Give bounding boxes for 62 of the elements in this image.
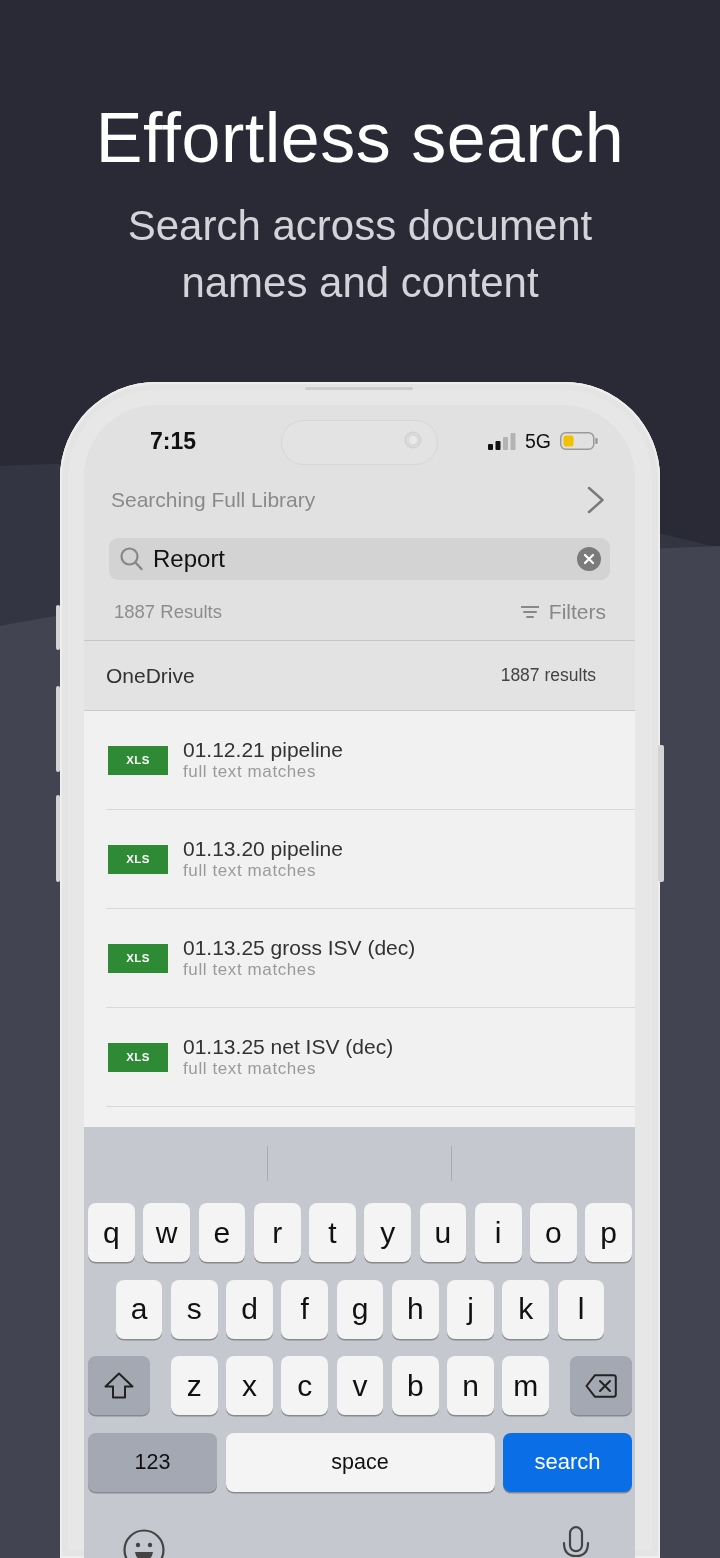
letter-key[interactable]: b — [391, 1356, 439, 1415]
letter-key[interactable]: f — [281, 1279, 329, 1339]
network-label: 5G — [525, 429, 551, 453]
subheadline: Search across document names and content — [126, 201, 594, 308]
letter-key[interactable]: e — [198, 1203, 246, 1262]
letter-key[interactable]: p — [585, 1203, 632, 1262]
letter-key[interactable]: t — [309, 1203, 356, 1262]
signal-icon — [488, 432, 516, 450]
letter-key[interactable]: i — [474, 1203, 522, 1262]
letter-key[interactable]: n — [447, 1356, 494, 1415]
file-name[interactable]: 01.12.21 pipeline — [183, 738, 343, 762]
backspace-icon — [584, 1373, 617, 1398]
search-key[interactable]: search — [503, 1432, 632, 1492]
search-field[interactable]: Report — [109, 538, 610, 580]
headline: Effortless search — [95, 98, 625, 179]
file-type-badge: XLS — [108, 1042, 168, 1072]
letter-key[interactable]: o — [530, 1203, 577, 1262]
emoji-icon[interactable] — [123, 1529, 165, 1558]
match-detail: full text matches — [183, 960, 317, 980]
results-count: 1887 Results — [114, 601, 222, 623]
match-detail: full text matches — [183, 1059, 317, 1079]
microphone-icon[interactable] — [562, 1526, 590, 1558]
letter-key[interactable]: u — [419, 1203, 467, 1262]
filter-icon — [520, 605, 539, 619]
battery-icon — [560, 432, 598, 450]
letter-key[interactable]: r — [253, 1203, 301, 1262]
section-title: OneDrive — [106, 663, 195, 688]
file-type-badge: XLS — [108, 844, 168, 874]
numbers-key[interactable]: 123 — [88, 1432, 217, 1492]
letter-key[interactable]: h — [391, 1279, 439, 1339]
letter-key[interactable]: a — [115, 1279, 163, 1339]
file-name[interactable]: 01.13.20 pipeline — [183, 837, 343, 861]
status-time: 7:15 — [150, 427, 197, 455]
letter-key[interactable]: y — [364, 1203, 411, 1262]
letter-key[interactable]: m — [502, 1356, 550, 1415]
letter-key[interactable]: x — [226, 1356, 273, 1415]
letter-key[interactable]: s — [170, 1279, 218, 1339]
clear-icon[interactable] — [577, 547, 601, 571]
letter-key[interactable]: v — [336, 1356, 384, 1415]
file-name[interactable]: 01.13.25 net ISV (dec) — [183, 1035, 394, 1059]
file-type-badge: XLS — [108, 745, 168, 775]
letter-key[interactable]: w — [143, 1203, 190, 1262]
shift-icon — [104, 1372, 135, 1399]
section-count: 1887 results — [500, 665, 596, 686]
letter-key[interactable]: d — [226, 1279, 273, 1339]
file-type-badge: XLS — [108, 943, 168, 973]
letter-key[interactable]: c — [281, 1356, 329, 1415]
letter-key[interactable]: j — [447, 1279, 494, 1339]
letter-key[interactable]: q — [88, 1203, 135, 1262]
match-detail: full text matches — [183, 861, 317, 881]
side-ridge — [56, 605, 60, 650]
delete-key[interactable] — [569, 1356, 632, 1415]
match-detail: full text matches — [183, 762, 317, 782]
search-icon — [120, 547, 143, 571]
letter-key[interactable]: g — [336, 1279, 384, 1339]
shift-key[interactable] — [88, 1356, 151, 1415]
letter-key[interactable]: k — [502, 1279, 550, 1339]
file-name[interactable]: 01.13.25 gross ISV (dec) — [183, 936, 416, 960]
space-key[interactable]: space — [225, 1432, 495, 1492]
letter-key[interactable]: l — [557, 1279, 605, 1339]
chevron-right-icon — [587, 485, 605, 514]
letter-key[interactable]: z — [170, 1356, 218, 1415]
